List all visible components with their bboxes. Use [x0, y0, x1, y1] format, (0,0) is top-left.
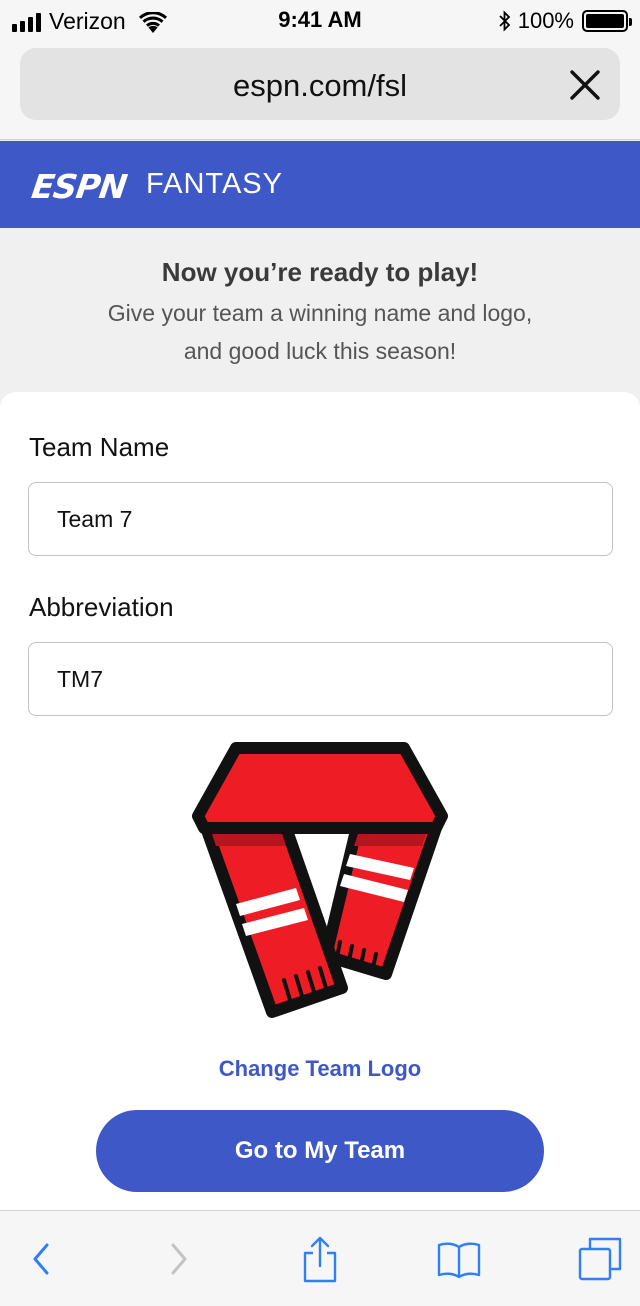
forward-icon[interactable]: [155, 1235, 203, 1283]
status-bar: Verizon 9:41 AM 100%: [0, 0, 640, 40]
back-icon[interactable]: [17, 1235, 65, 1283]
browser-toolbar: [0, 1210, 640, 1306]
battery-icon: [582, 10, 632, 32]
close-icon[interactable]: [568, 68, 602, 102]
bluetooth-icon: [499, 10, 510, 32]
url-text: espn.com/fsl: [232, 68, 407, 103]
intro-subtitle: Give your team a winning name and logo, …: [107, 300, 533, 364]
browser-top-bar: espn.com/fsl: [0, 40, 640, 140]
team-name-label: Team Name: [29, 432, 170, 462]
abbreviation-input[interactable]: [28, 642, 613, 716]
go-to-my-team-button[interactable]: Go to My Team: [96, 1110, 544, 1192]
team-logo: [190, 742, 452, 1026]
intro-title: Now you’re ready to play!: [161, 257, 479, 287]
share-icon[interactable]: [296, 1235, 344, 1283]
fantasy-label: FANTASY: [146, 168, 283, 200]
scarf-logo: [192, 742, 448, 1018]
team-name-input[interactable]: [28, 482, 613, 556]
espn-logo[interactable]: ESPN: [29, 167, 129, 206]
espn-header: ESPN FANTASY: [0, 141, 640, 228]
address-bar[interactable]: espn.com/fsl: [20, 48, 620, 120]
change-team-logo-link[interactable]: Change Team Logo: [0, 1056, 640, 1082]
abbreviation-label: Abbreviation: [29, 592, 174, 622]
battery-percent: 100%: [517, 8, 574, 33]
tabs-icon[interactable]: [576, 1235, 624, 1283]
team-setup-card: Team Name Abbreviation: [0, 392, 640, 1222]
bookmarks-icon[interactable]: [435, 1235, 483, 1283]
